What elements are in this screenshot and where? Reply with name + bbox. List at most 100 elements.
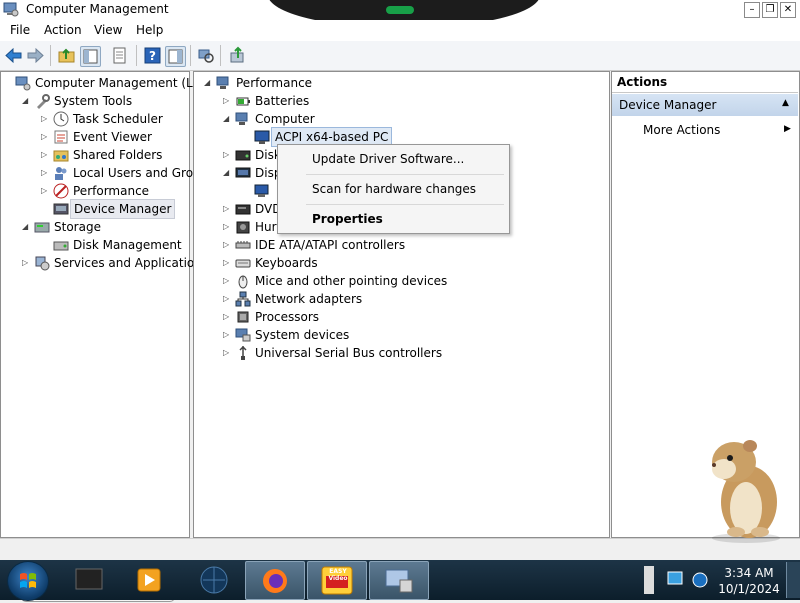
users-icon: [53, 164, 69, 182]
context-menu: Update Driver Software... Scan for hardw…: [277, 144, 510, 234]
expand-toggle-icon[interactable]: ▷: [223, 258, 231, 268]
network-icon: [235, 290, 251, 308]
menu-bar: File Action View Help: [0, 20, 800, 41]
console-tree-item-label: Task Scheduler: [73, 112, 163, 126]
expand-toggle-icon[interactable]: ▷: [223, 96, 231, 106]
expand-toggle-icon[interactable]: ◢: [223, 168, 231, 178]
storage-icon: [34, 218, 50, 236]
start-button[interactable]: [7, 561, 49, 601]
device-tree-item-label: Hur: [255, 220, 277, 234]
taskbar-app-media-player[interactable]: [120, 561, 178, 598]
device-tree-pane: ◢ Performance ▷ Batteries ◢ Computer ACPI x64-…: [193, 71, 610, 538]
expand-toggle-icon[interactable]: ◢: [223, 114, 231, 124]
computer-management-icon: [15, 74, 31, 92]
menu-item-scan-hardware[interactable]: Scan for hardware changes: [312, 182, 476, 196]
expand-toggle-icon[interactable]: ▷: [223, 294, 231, 304]
taskbar-app-globe[interactable]: [185, 561, 243, 598]
computer-icon: [235, 110, 251, 128]
expand-toggle-icon[interactable]: ▷: [41, 114, 49, 124]
menu-item-update-driver[interactable]: Update Driver Software...: [312, 152, 464, 166]
expand-toggle-icon[interactable]: ▷: [223, 240, 231, 250]
device-tree-item-label: Universal Serial Bus controllers: [255, 346, 443, 360]
help-icon[interactable]: ?: [143, 46, 162, 65]
more-actions-arrow-icon: ▶: [784, 124, 791, 134]
taskbar-app-explorer[interactable]: [60, 561, 118, 598]
system-clock[interactable]: 3:34 AM 10/1/2024: [718, 565, 780, 597]
up-folder-icon[interactable]: [57, 46, 76, 65]
globe-icon: [200, 566, 228, 594]
expand-toggle-icon[interactable]: ▷: [41, 186, 49, 196]
console-tree-item-label: Disk Management: [73, 238, 182, 252]
display-adapter-icon: [235, 164, 251, 182]
forward-arrow-icon[interactable]: [26, 46, 45, 65]
device-tree-item-label: Performance: [236, 76, 313, 90]
computer-management-taskbar-icon: [385, 569, 413, 593]
system-tray: [644, 562, 714, 598]
clock-time: 3:34 AM: [724, 566, 774, 580]
restore-button[interactable]: ❐: [762, 2, 778, 18]
update-driver-icon[interactable]: [228, 46, 247, 65]
firefox-icon: [263, 569, 287, 593]
expand-toggle-icon[interactable]: ▷: [41, 168, 49, 178]
expand-toggle-icon[interactable]: ▷: [223, 150, 231, 160]
display-device-icon: [254, 182, 270, 200]
menu-help[interactable]: Help: [136, 23, 163, 37]
menu-file[interactable]: File: [10, 23, 30, 37]
computer-icon: [216, 74, 232, 92]
taskbar-app-easy-video[interactable]: EASY Video: [307, 561, 367, 600]
monitor-icon: [254, 128, 270, 146]
expand-toggle-icon[interactable]: ▷: [41, 150, 49, 160]
expand-toggle-icon[interactable]: ▷: [41, 132, 49, 142]
scan-hardware-icon[interactable]: [196, 46, 215, 65]
console-tree-item-label: Performance: [73, 184, 150, 198]
expand-toggle-icon[interactable]: ▷: [22, 258, 30, 268]
console-tree-pane: Computer Management (Local ◢ System Tools ▷…: [0, 71, 217, 602]
battery-icon: [235, 92, 251, 110]
menu-action[interactable]: Action: [44, 23, 82, 37]
status-bar: [0, 538, 800, 561]
menu-view[interactable]: View: [94, 23, 122, 37]
event-viewer-icon: [53, 128, 69, 146]
show-action-pane-icon[interactable]: [165, 46, 186, 67]
clock-date: 10/1/2024: [718, 582, 780, 596]
expand-toggle-icon[interactable]: ▷: [223, 204, 231, 214]
windows-logo-icon: [20, 573, 36, 588]
expand-toggle-icon[interactable]: ◢: [204, 78, 212, 88]
mouse-icon: [235, 272, 251, 290]
hamster-mascot-image: [712, 440, 780, 543]
computer-management-icon: [3, 2, 19, 17]
console-tree-item-label: Storage: [54, 220, 101, 234]
device-tree-item-label: System devices: [255, 328, 350, 342]
taskbar-app-computer-management[interactable]: [369, 561, 429, 600]
expand-toggle-icon[interactable]: ▷: [223, 276, 231, 286]
minimize-button[interactable]: –: [744, 2, 760, 18]
svg-text:?: ?: [149, 49, 156, 63]
webcam-led-icon: [386, 6, 414, 14]
disk-management-icon: [53, 236, 69, 254]
expand-toggle-icon[interactable]: ◢: [22, 222, 30, 232]
expand-toggle-icon[interactable]: ▷: [223, 348, 231, 358]
back-arrow-icon[interactable]: [4, 46, 23, 65]
menu-item-properties[interactable]: Properties: [312, 212, 383, 226]
collapse-icon[interactable]: ▲: [782, 98, 789, 108]
expand-toggle-icon[interactable]: ▷: [223, 312, 231, 322]
device-tree-item-label: Mice and other pointing devices: [255, 274, 448, 288]
show-desktop-button[interactable]: [786, 562, 800, 598]
expand-toggle-icon[interactable]: ▷: [223, 222, 231, 232]
show-hide-tree-icon[interactable]: [80, 46, 101, 67]
console-tree-item-label: System Tools: [54, 94, 133, 108]
taskbar: EASY Video 3:34 AM 10/1/2024: [0, 560, 800, 601]
actions-section-device-manager[interactable]: Device Manager ▲: [612, 94, 798, 116]
expand-toggle-icon[interactable]: ◢: [22, 96, 30, 106]
properties-sheet-icon[interactable]: [110, 46, 129, 65]
taskbar-app-firefox[interactable]: [245, 561, 305, 600]
expand-toggle-icon[interactable]: ▷: [223, 330, 231, 340]
hid-icon: [235, 218, 251, 236]
console-tree-item-label: Computer Management (Local: [35, 76, 218, 90]
easy-video-badge: EASY Video: [328, 568, 348, 582]
device-tree-item-label: Keyboards: [255, 256, 318, 270]
device-tree-item-label: Batteries: [255, 94, 310, 108]
more-actions-link[interactable]: More Actions: [643, 123, 720, 137]
ide-icon: [235, 236, 251, 254]
close-button[interactable]: ✕: [780, 2, 796, 18]
